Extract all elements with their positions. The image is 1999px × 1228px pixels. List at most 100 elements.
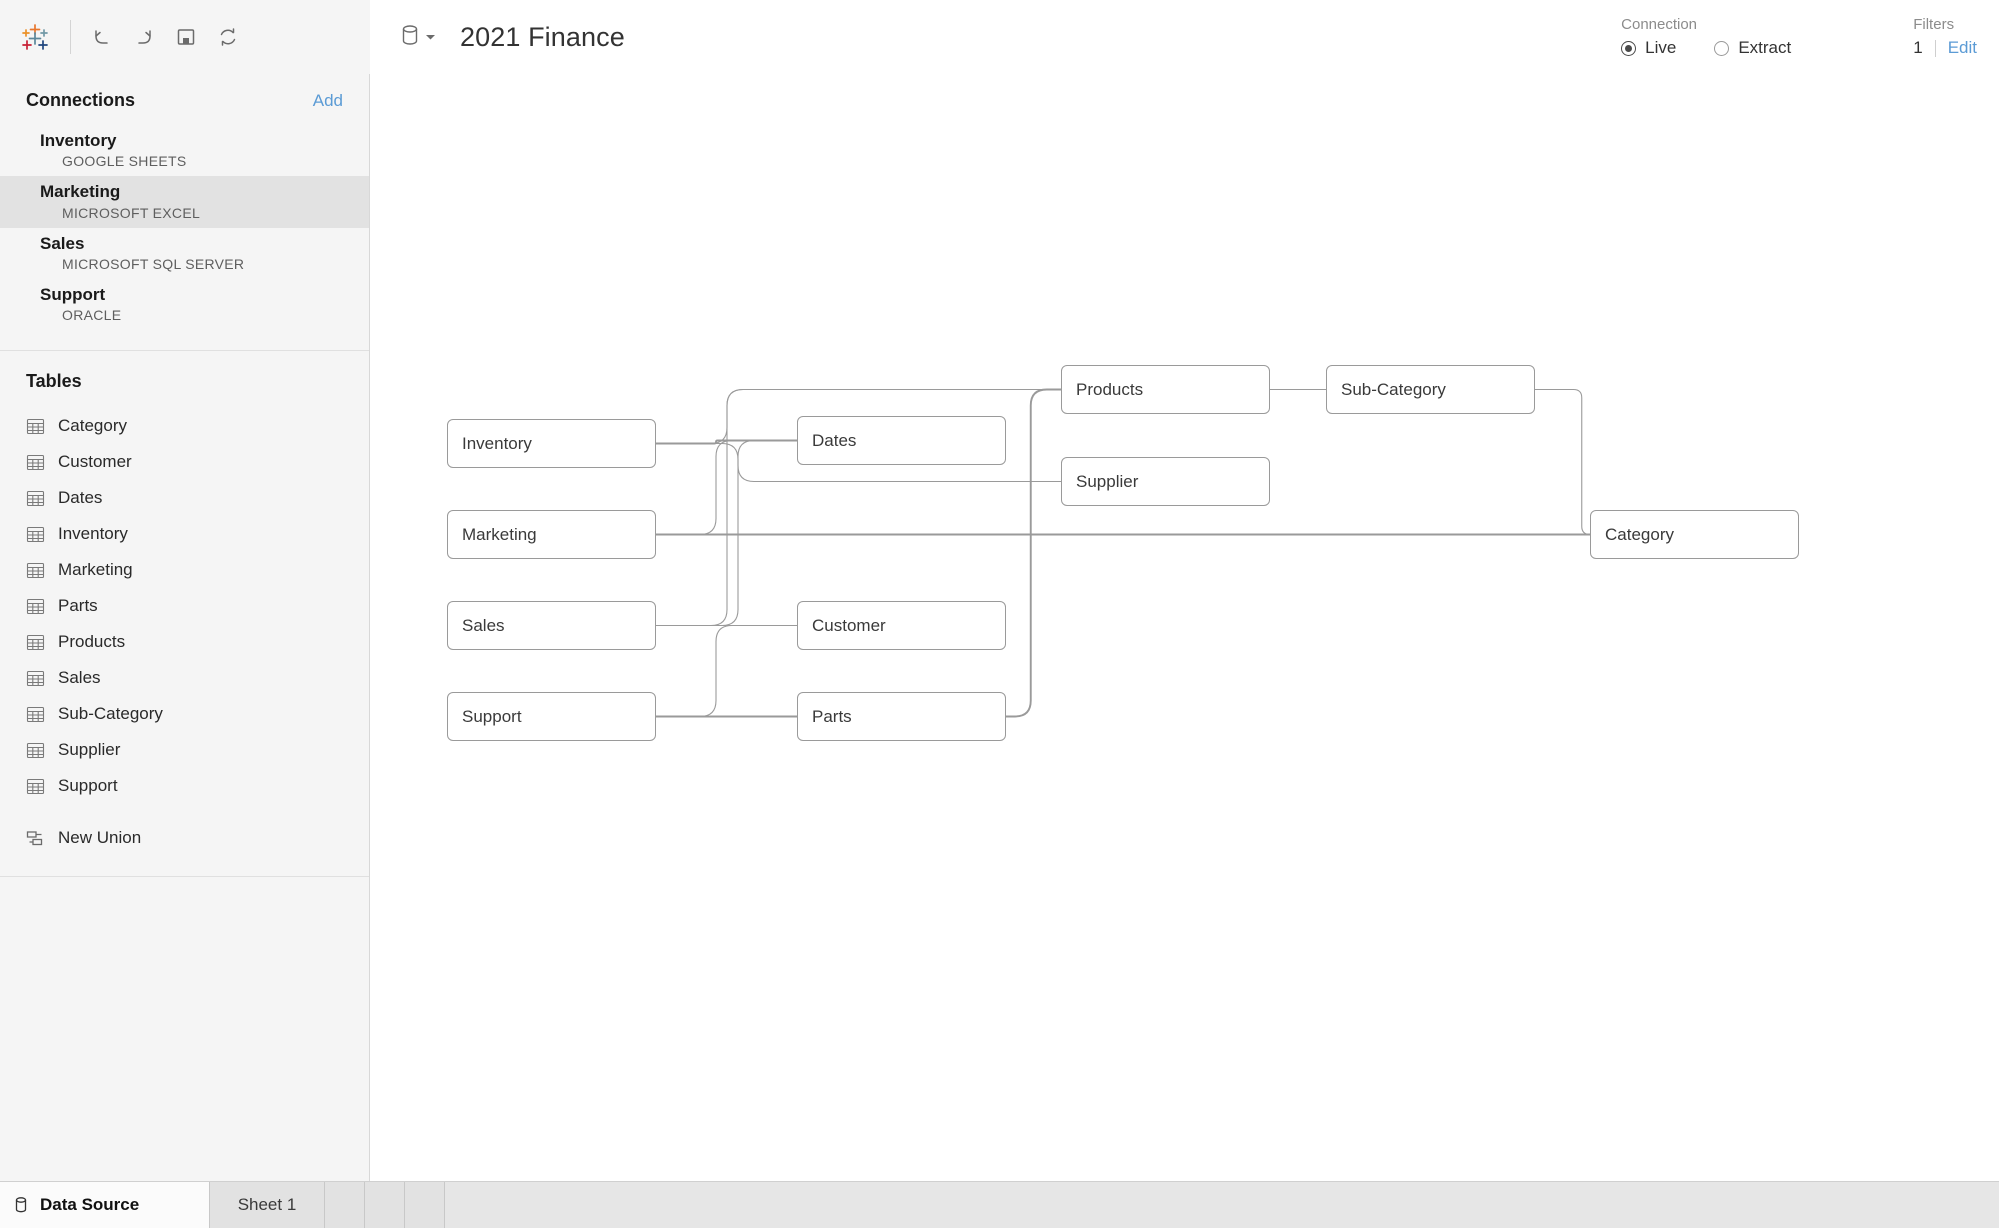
canvas-node-supplier[interactable]: Supplier bbox=[1061, 457, 1270, 506]
table-item-supplier[interactable]: Supplier bbox=[0, 732, 369, 768]
connection-item-marketing[interactable]: Marketing MICROSOFT EXCEL bbox=[0, 176, 369, 228]
redo-button[interactable] bbox=[123, 16, 165, 58]
connection-extract-label: Extract bbox=[1738, 38, 1792, 57]
table-grid-icon bbox=[26, 669, 45, 688]
connection-name: Support bbox=[40, 284, 106, 304]
table-grid-icon bbox=[26, 525, 45, 544]
table-grid-icon bbox=[26, 633, 45, 652]
connection-item-support[interactable]: Support ORACLE bbox=[0, 279, 369, 330]
datasource-selector[interactable] bbox=[400, 23, 436, 52]
relationship-canvas[interactable]: Inventory Marketing Sales Support Dates Custo… bbox=[371, 74, 1999, 1181]
table-item-label: Category bbox=[58, 416, 127, 435]
canvas-node-label: Supplier bbox=[1076, 471, 1139, 491]
tables-title: Tables bbox=[26, 371, 82, 391]
table-grid-icon bbox=[26, 489, 45, 508]
table-item-sub-category[interactable]: Sub-Category bbox=[0, 696, 369, 732]
connection-extract-radio[interactable]: Extract bbox=[1714, 38, 1791, 58]
connections-list: Inventory GOOGLE SHEETS Marketing MICROSOFT… bbox=[0, 125, 369, 330]
table-item-sales[interactable]: Sales bbox=[0, 660, 369, 696]
link-support-to-customer[interactable] bbox=[656, 624, 797, 718]
canvas-node-support[interactable]: Support bbox=[447, 692, 656, 741]
filters-divider bbox=[1934, 39, 1936, 57]
filters-count: 1 bbox=[1913, 38, 1923, 57]
top-toolbar bbox=[0, 0, 370, 74]
table-item-label: Inventory bbox=[58, 524, 128, 543]
connections-section: Connections Add Inventory GOOGLE SHEETS Ma… bbox=[0, 74, 369, 351]
connection-item-inventory[interactable]: Inventory GOOGLE SHEETS bbox=[0, 125, 369, 176]
bottom-bar-filler bbox=[445, 1182, 1999, 1228]
tables-section: Tables Category Customer Dates Inventory Mar… bbox=[0, 351, 369, 877]
tableau-logo-icon[interactable] bbox=[12, 14, 58, 60]
new-union-label: New Union bbox=[58, 828, 142, 847]
canvas-node-inventory[interactable]: Inventory bbox=[447, 419, 656, 468]
canvas-node-label: Products bbox=[1076, 379, 1144, 399]
table-item-label: Parts bbox=[58, 596, 98, 615]
connection-name: Sales bbox=[40, 233, 85, 253]
table-item-category[interactable]: Category bbox=[0, 408, 369, 444]
new-worksheet-button[interactable] bbox=[325, 1182, 365, 1228]
caret-down-icon bbox=[425, 28, 436, 46]
undo-button[interactable] bbox=[81, 16, 123, 58]
add-connection-link[interactable]: Add bbox=[313, 91, 343, 111]
link-parts-to-products[interactable] bbox=[1006, 388, 1061, 718]
canvas-node-label: Inventory bbox=[462, 433, 532, 453]
canvas-node-label: Sales bbox=[462, 615, 505, 635]
union-icon bbox=[26, 829, 45, 848]
header-right-controls: Connection Live Extract Filters 1 Edit bbox=[1621, 16, 1999, 58]
table-item-customer[interactable]: Customer bbox=[0, 444, 369, 480]
filters-label: Filters bbox=[1913, 16, 1955, 33]
canvas-node-subcategory[interactable]: Sub-Category bbox=[1326, 365, 1535, 414]
table-item-label: Marketing bbox=[58, 560, 133, 579]
new-story-button[interactable] bbox=[405, 1182, 445, 1228]
save-button[interactable] bbox=[165, 16, 207, 58]
filters-edit-link[interactable]: Edit bbox=[1948, 38, 1977, 58]
canvas-node-customer[interactable]: Customer bbox=[797, 601, 1006, 650]
connection-type: MICROSOFT EXCEL bbox=[62, 204, 201, 221]
left-sidebar: Connections Add Inventory GOOGLE SHEETS Ma… bbox=[0, 74, 370, 1181]
table-grid-icon bbox=[26, 741, 45, 760]
table-item-products[interactable]: Products bbox=[0, 624, 369, 660]
connection-type: ORACLE bbox=[62, 307, 122, 323]
tab-data-source[interactable]: Data Source bbox=[0, 1182, 210, 1228]
table-item-label: Products bbox=[58, 632, 126, 651]
new-union-item[interactable]: New Union bbox=[0, 820, 369, 856]
new-dashboard-button[interactable] bbox=[365, 1182, 405, 1228]
canvas-node-label: Sub-Category bbox=[1341, 379, 1446, 399]
table-item-parts[interactable]: Parts bbox=[0, 588, 369, 624]
connection-label: Connection bbox=[1621, 16, 1698, 33]
tab-sheet-1[interactable]: Sheet 1 bbox=[210, 1182, 325, 1228]
database-cylinder-icon bbox=[400, 23, 420, 52]
table-item-support[interactable]: Support bbox=[0, 768, 369, 804]
radio-live-icon bbox=[1621, 40, 1637, 56]
table-grid-icon bbox=[26, 453, 45, 472]
connection-type: MICROSOFT SQL SERVER bbox=[62, 255, 245, 272]
connection-group: Connection Live Extract bbox=[1621, 16, 1791, 58]
canvas-node-category[interactable]: Category bbox=[1590, 510, 1799, 559]
canvas-node-label: Marketing bbox=[462, 524, 537, 544]
tab-data-source-label: Data Source bbox=[40, 1195, 140, 1214]
table-item-inventory[interactable]: Inventory bbox=[0, 516, 369, 552]
canvas-node-parts[interactable]: Parts bbox=[797, 692, 1006, 741]
canvas-node-dates[interactable]: Dates bbox=[797, 416, 1006, 465]
connections-title: Connections bbox=[26, 90, 136, 110]
table-grid-icon bbox=[26, 561, 45, 580]
filters-group: Filters 1 Edit bbox=[1913, 16, 1977, 58]
canvas-node-products[interactable]: Products bbox=[1061, 365, 1270, 414]
table-item-dates[interactable]: Dates bbox=[0, 480, 369, 516]
page-header: 2021 Finance Connection Live Extract Fil… bbox=[370, 0, 1999, 74]
table-item-label: Sales bbox=[58, 668, 101, 687]
radio-extract-icon bbox=[1714, 40, 1730, 56]
connection-live-label: Live bbox=[1645, 38, 1677, 57]
table-item-marketing[interactable]: Marketing bbox=[0, 552, 369, 588]
canvas-node-label: Parts bbox=[812, 706, 852, 726]
connection-live-radio[interactable]: Live bbox=[1621, 38, 1676, 58]
link-subcategory-to-category[interactable] bbox=[1535, 388, 1591, 536]
canvas-node-marketing[interactable]: Marketing bbox=[447, 510, 656, 559]
refresh-button[interactable] bbox=[207, 16, 249, 58]
tableau-data-source-page: 2021 Finance Connection Live Extract Fil… bbox=[0, 0, 1999, 1228]
canvas-node-sales[interactable]: Sales bbox=[447, 601, 656, 650]
tab-sheet-1-label: Sheet 1 bbox=[237, 1195, 297, 1214]
connection-item-sales[interactable]: Sales MICROSOFT SQL SERVER bbox=[0, 228, 369, 279]
table-grid-icon bbox=[26, 705, 45, 724]
connection-type: GOOGLE SHEETS bbox=[62, 153, 187, 170]
